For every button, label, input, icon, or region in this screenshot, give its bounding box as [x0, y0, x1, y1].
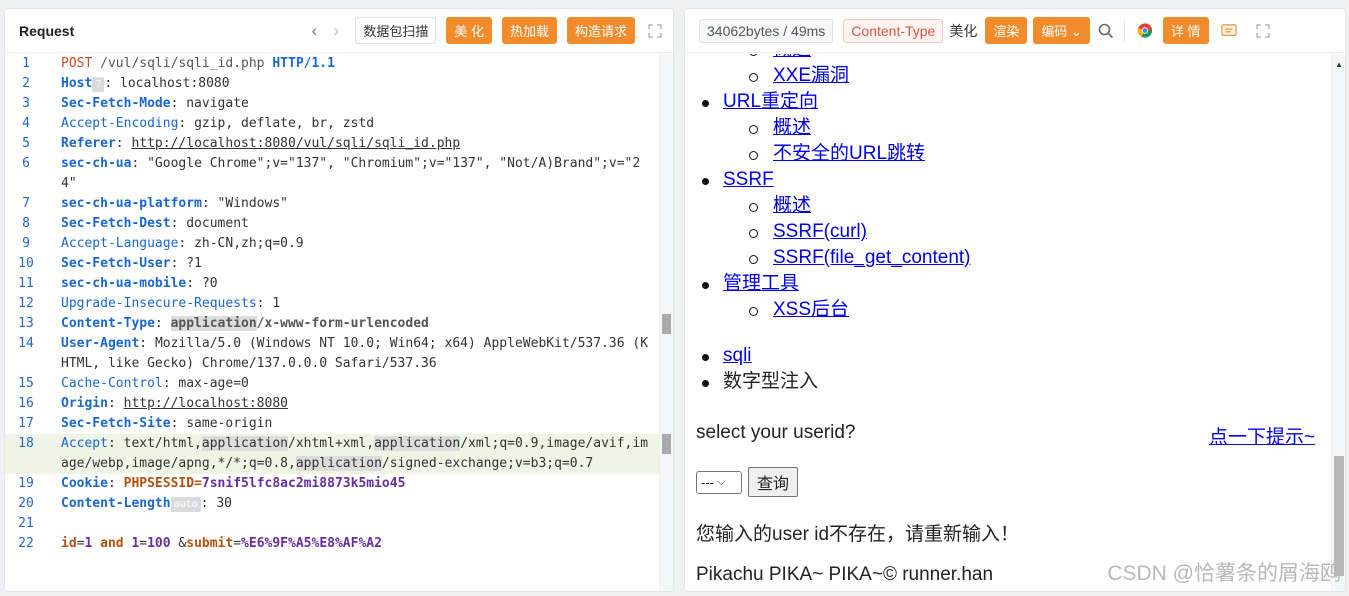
render-button[interactable]: 渲染: [985, 17, 1028, 44]
nav-link-xxe[interactable]: XXE漏洞: [773, 65, 849, 86]
back-arrow-icon[interactable]: ‹: [303, 21, 325, 41]
disc-bullet: [702, 100, 709, 107]
code-line: 8 Sec-Fetch-Dest: document: [22, 216, 249, 231]
scroll-marker: [662, 314, 671, 334]
code-line: 19 Cookie: PHPSESSID=7snif5lfc8ac2mi8873k…: [18, 476, 406, 491]
userid-question: select your userid?: [696, 422, 856, 443]
search-icon[interactable]: [1098, 23, 1114, 39]
circle-bullet: [749, 307, 758, 316]
code-line: 15 Cache-Control: max-age=0: [18, 376, 249, 391]
content-type-button[interactable]: Content-Type: [843, 18, 944, 43]
beautify-button[interactable]: 美 化: [446, 17, 492, 44]
hint-link[interactable]: 点一下提示~: [1209, 422, 1315, 449]
code-line: 6 sec-ch-ua: "Google Chrome";v="137", "Ch…: [22, 156, 641, 191]
nav-link-sqli[interactable]: sqli: [723, 345, 752, 366]
request-scrollbar[interactable]: [659, 54, 673, 591]
response-stats: 34062bytes / 49ms: [699, 18, 834, 43]
nav-link-ssrf-overview[interactable]: 概述: [773, 195, 811, 216]
nav-link-admin-tools[interactable]: 管理工具: [723, 273, 799, 294]
query-button[interactable]: 查询: [748, 467, 799, 497]
code-line: 21: [18, 516, 34, 531]
code-line: 22 id=1 and 1=100 &submit=%E6%9F%A5%E8%AF…: [18, 536, 382, 551]
hot-load-button[interactable]: 热加载: [501, 17, 557, 44]
code-line: 17 Sec-Fetch-Site: same-origin: [18, 416, 273, 431]
nav-link-unsafe-redirect[interactable]: 不安全的URL跳转: [773, 143, 925, 164]
chevron-down-icon: ⌵: [717, 475, 726, 488]
disc-bullet: [702, 380, 709, 387]
request-toolbar: Request ‹ › 数据包扫描 美 化 热加载 构造请求: [5, 9, 673, 53]
forward-arrow-icon[interactable]: ›: [325, 21, 347, 41]
page-footer: Pikachu PIKA~ PIKA~© runner.han: [696, 564, 994, 585]
code-line: 13 Content-Type: application/x-www-form-u…: [18, 316, 429, 331]
code-line: 10 Sec-Fetch-User: ?1: [18, 256, 202, 271]
chrome-icon[interactable]: [1137, 23, 1153, 39]
detail-button[interactable]: 详 情: [1162, 17, 1209, 44]
code-line: 2 Host?: localhost:8080: [22, 76, 230, 92]
disc-bullet: [702, 282, 709, 289]
encode-dropdown[interactable]: 编码 ⌄: [1033, 17, 1090, 44]
circle-bullet: [749, 125, 758, 134]
nav-link-ssrf-fgc[interactable]: SSRF(file_get_content): [773, 247, 971, 268]
code-line: 5 Referer: http://localhost:8080/vul/sqli…: [22, 136, 461, 151]
nav-link-redirect-overview[interactable]: 概述: [773, 117, 811, 138]
code-line: 9 Accept-Language: zh-CN,zh;q=0.9: [22, 236, 304, 251]
response-pane: 34062bytes / 49ms Content-Type 美化 渲染 编码 …: [684, 8, 1346, 592]
error-message: 您输入的user id不存在，请重新输入！: [696, 524, 1020, 545]
code-line: 14 User-Agent: Mozilla/5.0 (Windows NT 10…: [18, 336, 649, 371]
response-scrollbar[interactable]: ▲: [1331, 54, 1345, 591]
code-line: 11 sec-ch-ua-mobile: ?0: [18, 276, 218, 291]
comment-icon[interactable]: [1220, 23, 1237, 39]
code-line: 18 Accept: text/html,application/xhtml+xm…: [5, 434, 673, 474]
code-line: 12 Upgrade-Insecure-Requests: 1: [18, 296, 281, 311]
circle-bullet: [749, 151, 758, 160]
referer-link[interactable]: http://localhost:8080/vul/sqli/sqli_id.p…: [131, 136, 460, 151]
nav-link-xss-backend[interactable]: XSS后台: [773, 299, 849, 320]
circle-bullet: [749, 255, 758, 264]
nav-menu: 概述 XXE漏洞 URL重定向 概述 不安全的URL跳转 SSRF 概述 SSR…: [702, 54, 971, 395]
auto-badge[interactable]: auto: [170, 497, 201, 512]
userid-select[interactable]: --- ⌵: [696, 470, 742, 494]
code-line: 16 Origin: http://localhost:8080: [18, 396, 288, 411]
nav-link-ssrf[interactable]: SSRF: [723, 169, 774, 190]
code-line: 7 sec-ch-ua-platform: "Windows": [22, 196, 288, 211]
watermark: CSDN @恰薯条的屑海鸥: [1107, 562, 1341, 585]
scroll-up-icon[interactable]: ▲: [1335, 60, 1343, 69]
select-value: ---: [701, 474, 714, 490]
circle-bullet: [749, 203, 758, 212]
disc-bullet: [702, 354, 709, 361]
response-beautify-button[interactable]: 美化: [949, 21, 977, 41]
circle-bullet: [749, 54, 758, 56]
request-editor[interactable]: 1 POST /vul/sqli/sqli_id.php HTTP/1.1 2 Ho…: [5, 54, 673, 591]
expand-icon[interactable]: [647, 23, 663, 39]
scroll-marker: [662, 434, 671, 454]
expand-icon[interactable]: [1255, 23, 1271, 39]
code-line: 3 Sec-Fetch-Mode: navigate: [22, 96, 249, 111]
breadcrumb-current: 数字型注入: [723, 371, 819, 392]
circle-bullet: [749, 229, 758, 238]
build-request-button[interactable]: 构造请求: [566, 17, 635, 44]
request-title: Request: [19, 22, 75, 39]
packet-scan-button[interactable]: 数据包扫描: [355, 17, 437, 44]
disc-bullet: [702, 178, 709, 185]
chevron-down-icon: ⌄: [1071, 24, 1082, 39]
response-toolbar: 34062bytes / 49ms Content-Type 美化 渲染 编码 …: [685, 9, 1345, 53]
query-form: --- ⌵ 查询: [696, 467, 799, 497]
nav-link-partial[interactable]: 概述: [773, 54, 811, 60]
divider: [1123, 20, 1125, 41]
nav-link-ssrf-curl[interactable]: SSRF(curl): [773, 221, 867, 242]
circle-bullet: [749, 73, 758, 82]
origin-link[interactable]: http://localhost:8080: [124, 396, 288, 411]
rendered-response: 概述 XXE漏洞 URL重定向 概述 不安全的URL跳转 SSRF 概述 SSR…: [685, 54, 1331, 591]
help-badge[interactable]: ?: [92, 77, 105, 92]
nav-link-url-redirect[interactable]: URL重定向: [723, 91, 818, 112]
code-line: 20 Content-Length auto: 30: [18, 496, 232, 512]
encode-label: 编码: [1041, 24, 1068, 39]
request-pane: Request ‹ › 数据包扫描 美 化 热加载 构造请求 1 POST /vu…: [4, 8, 674, 592]
code-line: 1 POST /vul/sqli/sqli_id.php HTTP/1.1: [22, 56, 335, 71]
code-line: 4 Accept-Encoding: gzip, deflate, br, zst…: [22, 116, 375, 131]
